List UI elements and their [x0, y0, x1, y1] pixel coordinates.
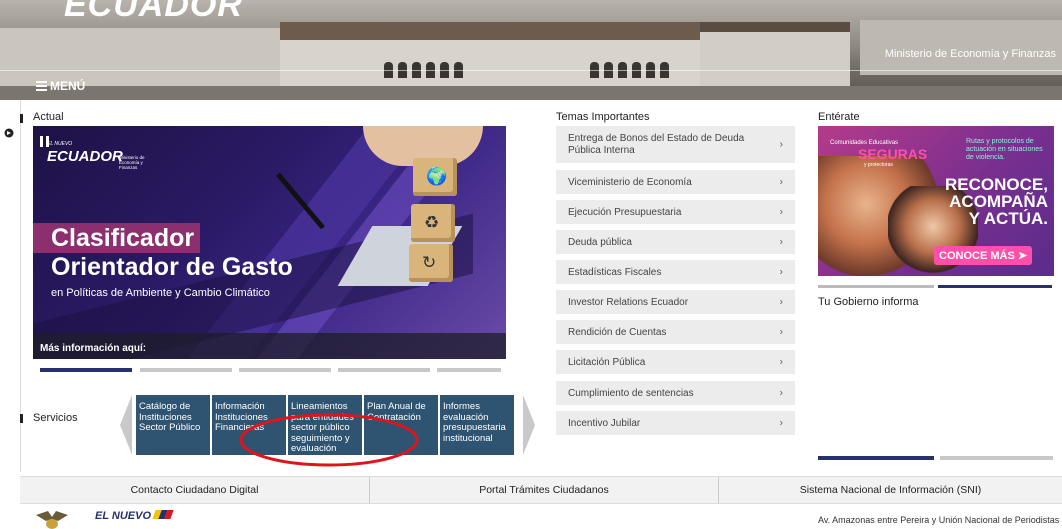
footer-links-bar: Contacto Ciudadano Digital Portal Trámit…: [20, 476, 1062, 504]
carousel-logo-ministry: Ministerio de Economía y Finanzas: [119, 155, 145, 170]
tema-label: Rendición de Cuentas: [568, 326, 667, 338]
tema-label: Ejecución Presupuestaria: [568, 206, 682, 218]
footer-address: Av. Amazonas entre Pereira y Unión Nacio…: [818, 515, 1060, 525]
carousel-indicator[interactable]: [437, 368, 501, 372]
footer-link-portal[interactable]: Portal Trámites Ciudadanos: [370, 477, 718, 503]
promo-tag-line2: SEGURAS: [858, 146, 928, 162]
chevron-right-icon: ›: [779, 176, 783, 188]
chevron-right-icon: ›: [779, 266, 783, 278]
tema-item-ejecucion[interactable]: Ejecución Presupuestaria ›: [556, 200, 795, 224]
more-info-link[interactable]: Más información aquí:: [40, 343, 146, 354]
menu-label: MENÚ: [50, 79, 86, 93]
chevron-right-icon: ›: [779, 417, 783, 429]
cursor-arrow-icon: ➤: [1017, 250, 1028, 262]
footer-link-sni[interactable]: Sistema Nacional de Información (SNI): [719, 477, 1062, 503]
featured-carousel[interactable]: 🌍 ♻ ↻ EL NUEVO ECUADOR Ministerio de Eco…: [33, 126, 506, 359]
tema-label: Estadísticas Fiscales: [568, 266, 662, 278]
section-marker: [20, 114, 23, 123]
recycle-cube-icon: ♻: [411, 204, 455, 242]
audio-speaker-icon[interactable]: [4, 128, 14, 138]
gobierno-indicator[interactable]: [818, 456, 934, 460]
section-gobierno-title: Tu Gobierno informa: [818, 296, 919, 308]
chevron-right-icon: ›: [779, 356, 783, 368]
tema-item-bonos[interactable]: Entrega de Bonos del Estado de Deuda Púb…: [556, 126, 795, 163]
carousel-indicator[interactable]: [140, 368, 232, 372]
hamburger-icon: [36, 79, 47, 93]
tema-label: Viceministerio de Economía: [568, 176, 692, 188]
services-prev-arrow-icon[interactable]: [120, 395, 132, 455]
chevron-right-icon: ›: [779, 236, 783, 248]
gobierno-indicator[interactable]: [940, 456, 1053, 460]
carousel-indicator[interactable]: [338, 368, 430, 372]
ministry-name: Ministerio de Economía y Finanzas: [884, 48, 1056, 60]
tema-item-deuda[interactable]: Deuda pública ›: [556, 230, 795, 254]
carousel-indicator[interactable]: [239, 368, 331, 372]
tema-label: Licitación Pública: [568, 356, 646, 368]
footer-logo-text: EL NUEVO: [95, 510, 152, 522]
promo-right-text: Rutas y protocolos de actuación en situa…: [966, 138, 1043, 161]
renew-cube-icon: ↻: [409, 244, 453, 282]
tema-label: Deuda pública: [568, 236, 632, 248]
carousel-title-line2: Orientador de Gasto: [51, 253, 293, 281]
footer-link-contacto[interactable]: Contacto Ciudadano Digital: [20, 477, 369, 503]
section-enterate-title: Entérate: [818, 111, 860, 123]
section-marker: [20, 414, 23, 423]
menu-button[interactable]: MENÚ: [36, 79, 85, 93]
carousel-indicator[interactable]: [40, 368, 132, 372]
tema-label: Investor Relations Ecuador: [568, 296, 689, 308]
globe-cube-icon: 🌍: [413, 158, 457, 196]
tema-label: Incentivo Jubilar: [568, 417, 641, 429]
tema-item-jubilar[interactable]: Incentivo Jubilar ›: [556, 411, 795, 435]
tema-item-rendicion[interactable]: Rendición de Cuentas ›: [556, 320, 795, 344]
tema-item-licitacion[interactable]: Licitación Pública ›: [556, 350, 795, 374]
header-divider: [0, 70, 1062, 71]
promo-indicator[interactable]: [938, 285, 1052, 288]
tema-item-sentencias[interactable]: Cumplimiento de sentencias ›: [556, 381, 795, 405]
tema-item-viceministerio[interactable]: Viceministerio de Economía ›: [556, 170, 795, 194]
tema-label: Entrega de Bonos del Estado de Deuda Púb…: [568, 132, 745, 156]
section-actual-title: Actual: [33, 111, 64, 123]
footer-logo[interactable]: EL NUEVO: [95, 510, 174, 522]
section-servicios-title: Servicios: [33, 412, 78, 424]
tema-item-investor[interactable]: Investor Relations Ecuador ›: [556, 290, 795, 314]
enterate-promo-banner[interactable]: Comunidades Educativas SEGURAS y protect…: [818, 126, 1054, 276]
conoce-mas-label: CONOCE MÁS: [939, 250, 1015, 262]
promo-headline: RECONOCE, ACOMPAÑA Y ACTÚA.: [945, 175, 1048, 228]
coat-of-arms-icon: [36, 511, 68, 529]
tema-item-estadisticas[interactable]: Estadísticas Fiscales ›: [556, 260, 795, 284]
service-tile-catalogo[interactable]: Catálogo de Instituciones Sector Público: [136, 395, 210, 455]
chevron-right-icon: ›: [779, 326, 783, 338]
promo-indicator[interactable]: [818, 285, 934, 288]
carousel-logo-prefix: EL NUEVO: [47, 141, 73, 147]
chevron-right-icon: ›: [779, 138, 783, 150]
chevron-right-icon: ›: [779, 206, 783, 218]
red-annotation-circle: [239, 413, 419, 467]
chevron-right-icon: ›: [779, 296, 783, 308]
site-header: ECUADOR Ministerio de Economía y Finanza…: [0, 0, 1062, 100]
chevron-right-icon: ›: [779, 387, 783, 399]
service-tile-informes[interactable]: Informes evaluación presupuestaria insti…: [440, 395, 514, 455]
conoce-mas-button[interactable]: CONOCE MÁS ➤: [934, 246, 1033, 265]
section-temas-title: Temas Importantes: [556, 111, 650, 123]
site-logo[interactable]: ECUADOR: [64, 0, 243, 25]
services-next-arrow-icon[interactable]: [523, 395, 535, 455]
carousel-title-line1: Clasificador: [33, 223, 201, 253]
tema-label: Cumplimiento de sentencias: [568, 387, 694, 399]
promo-tag-line3: y protectoras: [864, 162, 893, 168]
carousel-logo: ECUADOR: [47, 148, 123, 165]
carousel-subtitle: en Políticas de Ambiente y Cambio Climát…: [51, 287, 270, 299]
